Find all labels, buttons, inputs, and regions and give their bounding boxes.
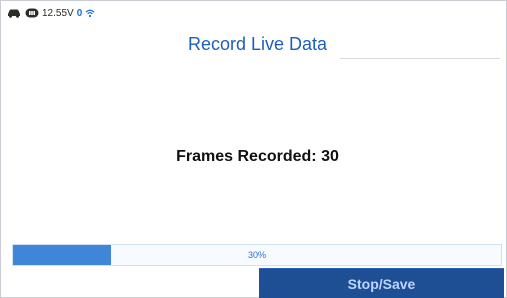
car-icon xyxy=(6,8,22,18)
battery-voltage: 12.55V xyxy=(42,7,74,19)
frames-recorded-text: Frames Recorded: 30 xyxy=(176,148,339,165)
status-bar: 12.55V 0 xyxy=(6,6,95,20)
stop-save-button[interactable]: Stop/Save xyxy=(259,268,504,298)
title-divider xyxy=(340,58,500,59)
progress-percent: 30% xyxy=(247,250,266,260)
header: Record Live Data xyxy=(0,26,507,62)
recording-progress-bar: 30% xyxy=(12,244,502,266)
obd-icon xyxy=(25,8,39,18)
wifi-icon xyxy=(85,9,95,18)
page-title: Record Live Data xyxy=(187,33,328,54)
status-count: 0 xyxy=(76,7,83,19)
frames-recorded-label: Frames Recorded: 30 xyxy=(0,148,507,166)
main-content: Frames Recorded: 30 xyxy=(0,62,507,242)
